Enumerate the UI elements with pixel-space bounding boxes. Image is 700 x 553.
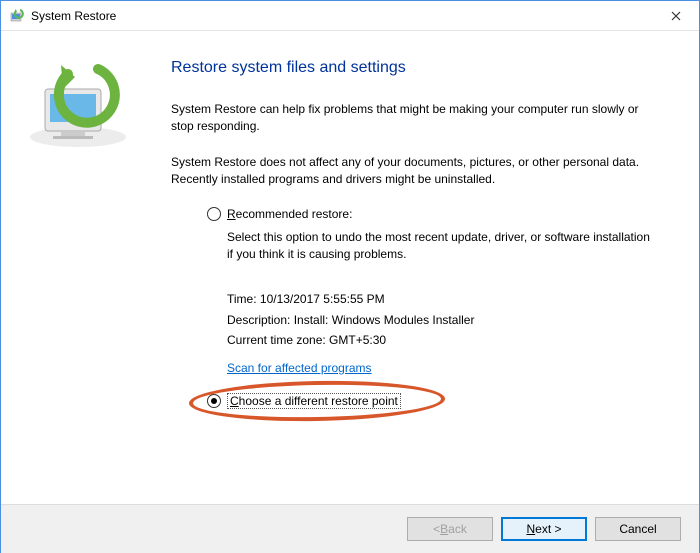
back-button: < Back [407,517,493,541]
next-button[interactable]: Next > [501,517,587,541]
wizard-footer: < Back Next > Cancel [1,504,699,553]
intro-paragraph-2: System Restore does not affect any of yo… [171,154,655,189]
radio-recommended-restore[interactable]: Recommended restore: [207,207,655,221]
wizard-graphic [1,31,171,504]
recommended-description: Select this option to undo the most rece… [227,229,655,264]
detail-time: Time: 10/13/2017 5:55:55 PM [227,289,655,309]
titlebar: System Restore [1,1,699,31]
main-content: Restore system files and settings System… [171,31,699,504]
page-heading: Restore system files and settings [171,59,655,77]
radio-recommended-label: Recommended restore: [227,207,352,221]
close-button[interactable] [653,1,699,31]
radio-choose-different[interactable]: Choose a different restore point [207,393,655,409]
scan-affected-programs-link[interactable]: Scan for affected programs [227,361,372,375]
restore-point-details: Time: 10/13/2017 5:55:55 PM Description:… [227,289,655,350]
detail-description: Description: Install: Windows Modules In… [227,310,655,330]
window-title: System Restore [31,9,653,23]
detail-timezone: Current time zone: GMT+5:30 [227,330,655,350]
intro-paragraph-1: System Restore can help fix problems tha… [171,101,655,136]
radio-icon-selected [207,394,221,408]
cancel-button[interactable]: Cancel [595,517,681,541]
body-area: Restore system files and settings System… [1,31,699,504]
system-restore-icon [9,8,25,24]
radio-icon-unselected [207,207,221,221]
radio-choose-label: Choose a different restore point [227,393,401,409]
